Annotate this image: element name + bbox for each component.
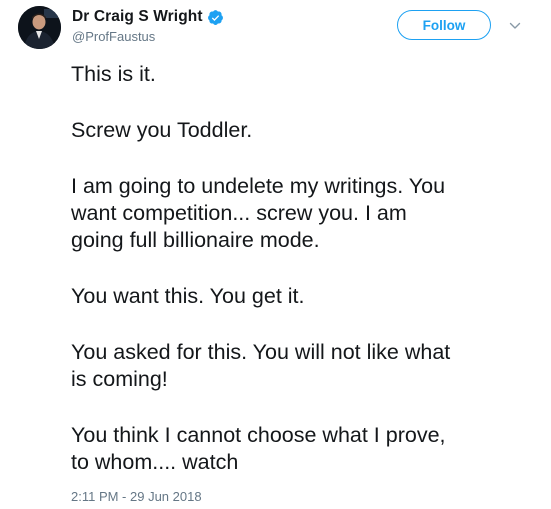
tweet-text: This is it. Screw you Toddler. I am goin…	[71, 61, 541, 476]
display-name[interactable]: Dr Craig S Wright	[72, 8, 203, 26]
tweet-card: Dr Craig S Wright @ProfFaustus Follow Th…	[0, 0, 551, 509]
avatar[interactable]	[18, 6, 61, 49]
follow-button[interactable]: Follow	[397, 10, 491, 40]
tweet-paragraph: This is it.	[71, 62, 156, 86]
tweet-paragraph: Screw you Toddler.	[71, 118, 253, 142]
tweet-paragraph: You want this. You get it.	[71, 284, 305, 308]
avatar-image	[18, 6, 61, 49]
tweet-timestamp[interactable]: 2:11 PM - 29 Jun 2018	[71, 489, 202, 504]
verified-badge-icon	[207, 9, 224, 26]
tweet-paragraph: You asked for this. You will not like wh…	[71, 340, 451, 391]
name-row: Dr Craig S Wright	[72, 6, 224, 28]
chevron-down-icon[interactable]	[509, 19, 521, 31]
author-info: Dr Craig S Wright @ProfFaustus	[72, 6, 224, 44]
author-handle[interactable]: @ProfFaustus	[72, 29, 224, 44]
tweet-paragraph: I am going to undelete my writings. You …	[71, 174, 446, 252]
tweet-paragraph: You think I cannot choose what I prove, …	[71, 423, 446, 474]
